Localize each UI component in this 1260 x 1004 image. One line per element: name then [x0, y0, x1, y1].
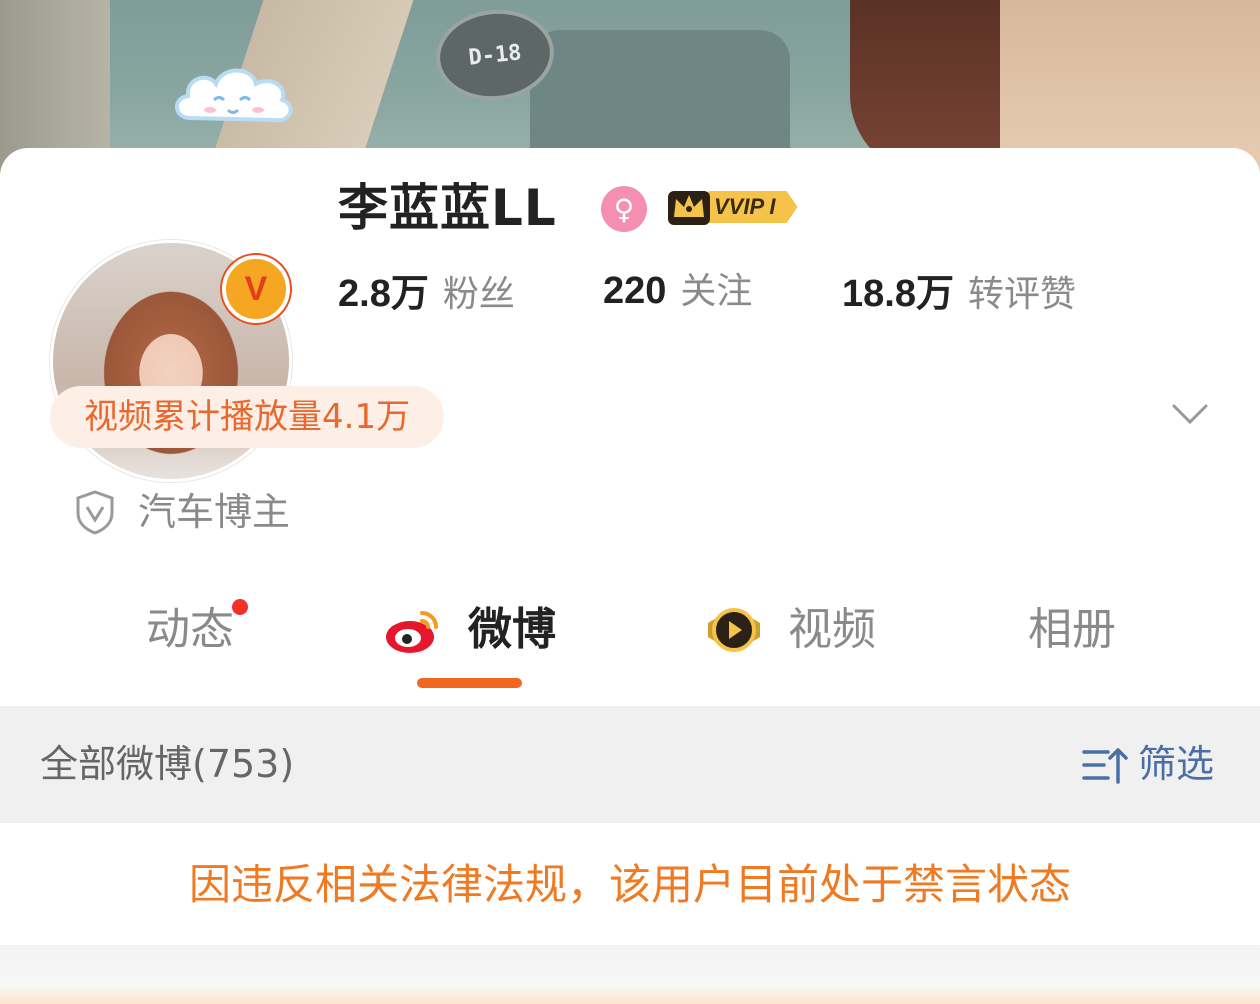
stat-interactions-label: 转评赞 — [967, 274, 1076, 315]
tagline-text: 汽车博主 — [138, 490, 291, 534]
verified-v-badge-icon: V — [222, 255, 290, 323]
vvip-badge[interactable]: VVIP I — [664, 185, 824, 229]
stat-fans-count: 2.8万 — [338, 273, 429, 315]
tab-weibo[interactable]: 微博 — [384, 595, 556, 665]
cloud-avatar-decoration-icon — [175, 68, 293, 123]
profile-tabs: 动态 微博 视频 相册 — [0, 595, 1260, 705]
tab-album[interactable]: 相册 — [1028, 595, 1116, 665]
stat-fans-label: 粉丝 — [442, 274, 515, 315]
weibo-logo-icon — [386, 611, 438, 653]
ban-notice: 因违反相关法律法规，该用户目前处于禁言状态 — [0, 823, 1260, 945]
video-plays-pill[interactable]: 视频累计播放量4.1万 — [50, 386, 445, 448]
stat-interactions-count: 18.8万 — [842, 273, 954, 315]
tab-dynamics-label: 动态 — [146, 604, 234, 655]
stat-interactions[interactable]: 18.8万 转评赞 — [842, 262, 1076, 317]
ban-notice-text: 因违反相关法律法规，该用户目前处于禁言状态 — [188, 860, 1071, 909]
female-gender-icon: ♀ — [601, 186, 647, 232]
tab-weibo-label: 微博 — [468, 604, 556, 655]
bottom-strip — [0, 945, 1260, 1004]
active-tab-indicator — [417, 678, 522, 688]
weibo-filter-bar: 全部微博(753) 筛选 — [0, 706, 1260, 823]
tab-album-label: 相册 — [1028, 604, 1116, 655]
shield-v-icon — [76, 490, 114, 535]
stat-following[interactable]: 220 关注 — [603, 262, 752, 314]
filter-label: 筛选 — [1138, 742, 1215, 786]
profile-name: 李蓝蓝LL — [338, 179, 557, 237]
tab-video-label: 视频 — [788, 604, 876, 655]
stat-following-count: 220 — [603, 270, 667, 312]
vvip-label: VVIP I — [706, 191, 798, 223]
stat-following-label: 关注 — [680, 271, 753, 312]
new-activity-dot — [232, 599, 248, 615]
chevron-down-icon[interactable] — [1170, 400, 1210, 430]
tab-video[interactable]: 视频 — [704, 595, 876, 665]
stat-fans[interactable]: 2.8万 粉丝 — [338, 262, 515, 317]
filter-sort-icon — [1082, 748, 1128, 784]
video-channel-icon — [708, 608, 760, 652]
weibo-count-label: 全部微博(753) — [40, 742, 295, 786]
crown-icon — [668, 191, 710, 225]
tab-dynamics[interactable]: 动态 — [146, 595, 248, 665]
